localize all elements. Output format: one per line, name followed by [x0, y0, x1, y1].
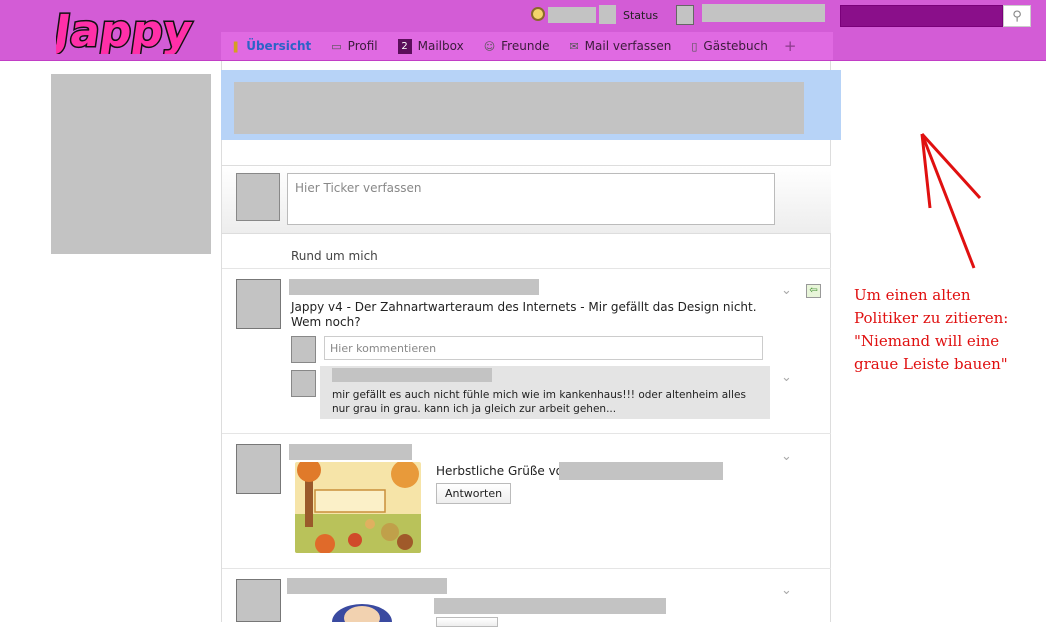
red-arrow-annotation: [920, 132, 982, 269]
search-button[interactable]: ⚲: [1003, 5, 1031, 27]
reply-button[interactable]: Antworten: [436, 483, 512, 504]
search-icon: ⚲: [1012, 8, 1022, 24]
post-author-redacted[interactable]: [287, 578, 447, 594]
comment-avatar: [291, 336, 316, 363]
add-tab-button[interactable]: +: [784, 37, 797, 55]
main-nav: ❚ Übersicht ▭ Profil 2 Mailbox ☺ Freunde…: [221, 32, 833, 60]
nav-label: Übersicht: [246, 39, 312, 53]
chevron-down-icon[interactable]: ⌄: [781, 370, 792, 385]
search-input[interactable]: [840, 5, 1003, 27]
lightbulb-icon: ❚: [231, 39, 241, 53]
comment-author-redacted[interactable]: [332, 368, 492, 382]
mailbox-count-badge: 2: [397, 38, 412, 54]
nav-item-profil[interactable]: ▭ Profil: [321, 32, 387, 60]
status-name-redacted: [548, 7, 596, 23]
annotation-text: Um einen alten Politiker zu zitieren: "N…: [854, 286, 1009, 373]
friends-icon: ☺: [483, 39, 496, 53]
nav-label: Profil: [347, 39, 378, 53]
divider: [222, 433, 831, 434]
left-profile-redacted: [51, 74, 211, 254]
id-card-icon: ▭: [331, 39, 342, 53]
ticker-avatar: [236, 173, 280, 221]
nav-label: Mail verfassen: [584, 39, 672, 53]
post-avatar[interactable]: [236, 579, 281, 622]
nav-item-mailbox[interactable]: 2 Mailbox: [388, 32, 474, 60]
reply-button[interactable]: [436, 617, 498, 627]
post-avatar[interactable]: [236, 444, 281, 494]
status-image-redacted: [599, 5, 616, 24]
post-text-redacted: [434, 598, 666, 614]
nav-label: Gästebuch: [703, 39, 768, 53]
nav-item-freunde[interactable]: ☺ Freunde: [474, 32, 560, 60]
nav-item-uebersicht[interactable]: ❚ Übersicht: [221, 32, 321, 60]
divider: [222, 568, 831, 569]
notification-redacted: [234, 82, 804, 134]
nav-label: Mailbox: [417, 39, 464, 53]
comment-input[interactable]: Hier kommentieren: [324, 336, 763, 360]
share-icon[interactable]: ⇦: [806, 284, 821, 298]
autumn-greeting-image[interactable]: [295, 462, 421, 553]
nav-item-gaestebuch[interactable]: ▯ Gästebuch: [681, 32, 777, 60]
nav-item-mail-verfassen[interactable]: ✉ Mail verfassen: [559, 32, 681, 60]
divider: [222, 268, 831, 269]
comment-text: mir gefällt es auch nicht fühle mich wie…: [332, 389, 746, 415]
envelope-icon: ✉: [569, 39, 579, 53]
post-text: Herbstliche Grüße von: [436, 464, 571, 478]
comment-avatar[interactable]: [291, 370, 316, 397]
post-text: Jappy v4 - Der Zahnartwarteraum des Inte…: [291, 300, 757, 329]
ticker-input[interactable]: Hier Ticker verfassen: [287, 173, 775, 225]
user-name-redacted[interactable]: [702, 4, 825, 22]
nav-label: Freunde: [501, 39, 550, 53]
status-icon[interactable]: [531, 7, 545, 21]
chevron-down-icon[interactable]: ⌄: [781, 583, 792, 598]
status-label[interactable]: Status: [623, 9, 658, 22]
chevron-down-icon[interactable]: ⌄: [781, 283, 792, 298]
svg-text:Jappy: Jappy: [56, 6, 196, 54]
chevron-down-icon[interactable]: ⌄: [781, 449, 792, 464]
post-image[interactable]: [322, 600, 402, 622]
book-icon: ▯: [691, 39, 698, 53]
user-avatar[interactable]: [676, 5, 694, 25]
post-avatar[interactable]: [236, 279, 281, 329]
jappy-logo[interactable]: Jappy: [56, 4, 198, 54]
post-recipient-redacted[interactable]: [559, 462, 723, 480]
post-author-redacted[interactable]: [289, 279, 539, 295]
post-author-redacted[interactable]: [289, 444, 412, 460]
feed-section-title: Rund um mich: [291, 249, 378, 263]
